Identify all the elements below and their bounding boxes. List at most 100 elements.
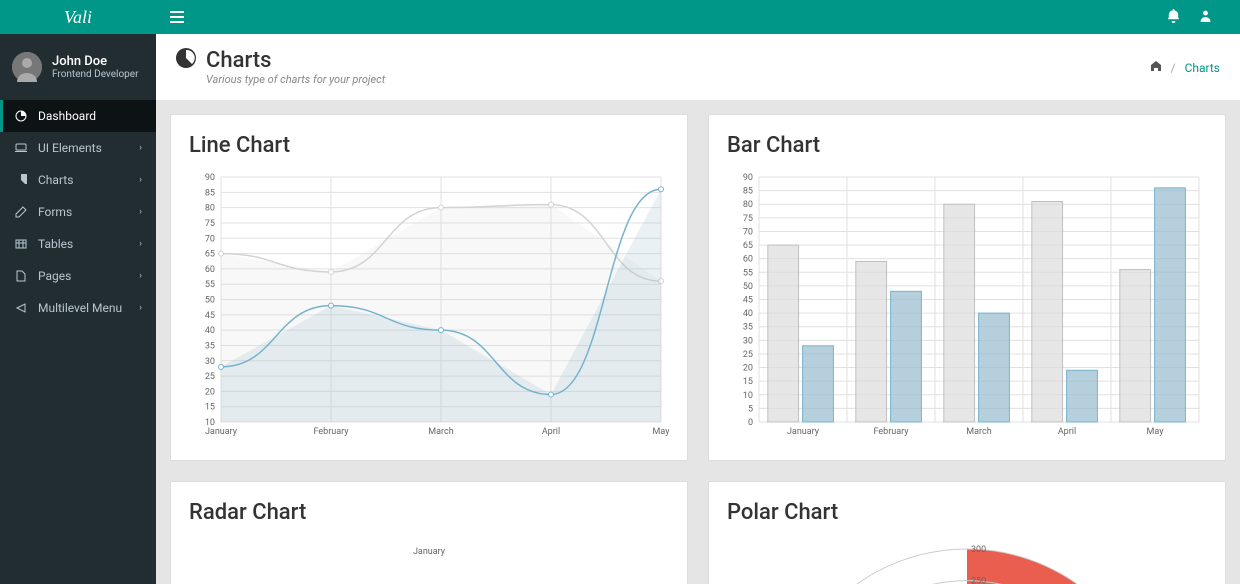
svg-text:March: March: [428, 427, 453, 437]
line-chart: 1015202530354045505560657075808590Januar…: [189, 172, 669, 442]
svg-text:50: 50: [743, 282, 753, 292]
svg-text:80: 80: [205, 204, 215, 214]
laptop-icon: [14, 142, 28, 154]
svg-text:0: 0: [748, 418, 753, 428]
svg-text:February: February: [873, 427, 909, 437]
radar-chart: January: [189, 539, 669, 584]
svg-text:60: 60: [743, 255, 753, 265]
sidebar-item-ui-elements[interactable]: UI Elements ›: [0, 132, 156, 164]
sidebar-item-label: Forms: [38, 205, 129, 219]
svg-text:55: 55: [743, 268, 753, 278]
svg-text:May: May: [1147, 427, 1165, 437]
svg-text:February: February: [313, 427, 349, 437]
page-subtitle: Various type of charts for your project: [206, 73, 385, 86]
svg-text:90: 90: [205, 173, 215, 183]
bars-icon: [170, 11, 184, 23]
svg-text:45: 45: [743, 296, 753, 306]
svg-text:80: 80: [743, 200, 753, 210]
tile-title: Radar Chart: [189, 500, 669, 525]
brand-logo[interactable]: Vali: [0, 0, 156, 34]
svg-text:25: 25: [205, 372, 215, 382]
share-icon: [14, 302, 28, 314]
svg-text:40: 40: [205, 326, 215, 336]
sidebar-item-dashboard[interactable]: Dashboard: [0, 100, 156, 132]
breadcrumb-link[interactable]: Charts: [1185, 61, 1220, 75]
svg-text:300: 300: [971, 545, 986, 555]
dashboard-icon: [14, 110, 28, 122]
chevron-right-icon: ›: [139, 271, 142, 281]
line-chart-tile: Line Chart 10152025303540455055606570758…: [170, 114, 688, 461]
edit-icon: [14, 206, 28, 218]
svg-text:January: January: [413, 547, 446, 557]
svg-text:75: 75: [743, 214, 753, 224]
svg-text:250: 250: [971, 577, 986, 584]
svg-text:90: 90: [743, 173, 753, 183]
svg-text:20: 20: [743, 364, 753, 374]
svg-text:35: 35: [743, 323, 753, 333]
main-content: Charts Various type of charts for your p…: [156, 34, 1240, 584]
sidebar-item-label: UI Elements: [38, 141, 129, 155]
chevron-right-icon: ›: [139, 143, 142, 153]
chevron-right-icon: ›: [139, 175, 142, 185]
menu-toggle[interactable]: [156, 8, 198, 27]
sidebar-item-label: Charts: [38, 173, 129, 187]
sidebar-item-label: Dashboard: [38, 109, 142, 123]
breadcrumb: / Charts: [1150, 60, 1220, 75]
svg-text:70: 70: [743, 227, 753, 237]
svg-text:15: 15: [205, 403, 215, 413]
user-role: Frontend Developer: [52, 69, 138, 80]
chevron-right-icon: ›: [139, 239, 142, 249]
svg-text:50: 50: [205, 296, 215, 306]
svg-text:35: 35: [205, 341, 215, 351]
sidebar-item-multilevel[interactable]: Multilevel Menu ›: [0, 292, 156, 324]
svg-text:January: January: [205, 427, 238, 437]
svg-text:30: 30: [743, 336, 753, 346]
bar-chart: 051015202530354045505560657075808590Janu…: [727, 172, 1207, 442]
svg-text:55: 55: [205, 280, 215, 290]
polar-chart: 300250200150: [727, 539, 1207, 584]
svg-text:March: March: [966, 427, 991, 437]
chevron-right-icon: ›: [139, 207, 142, 217]
svg-text:20: 20: [205, 387, 215, 397]
user-name: John Doe: [52, 54, 138, 69]
svg-text:25: 25: [743, 350, 753, 360]
topbar: Vali: [0, 0, 1240, 34]
svg-text:10: 10: [743, 391, 753, 401]
sidebar-item-charts[interactable]: Charts ›: [0, 164, 156, 196]
table-icon: [14, 238, 28, 250]
tile-title: Polar Chart: [727, 500, 1207, 525]
svg-text:45: 45: [205, 311, 215, 321]
sidebar: John Doe Frontend Developer Dashboard UI…: [0, 34, 156, 584]
chevron-right-icon: ›: [139, 303, 142, 313]
sidebar-item-tables[interactable]: Tables ›: [0, 228, 156, 260]
radar-chart-tile: Radar Chart January: [170, 481, 688, 584]
tile-title: Line Chart: [189, 133, 669, 158]
sidebar-item-label: Tables: [38, 237, 129, 251]
svg-text:5: 5: [748, 404, 753, 414]
svg-text:April: April: [542, 427, 560, 437]
svg-text:40: 40: [743, 309, 753, 319]
breadcrumb-separator: /: [1171, 61, 1176, 75]
svg-text:15: 15: [743, 377, 753, 387]
user-box: John Doe Frontend Developer: [0, 34, 156, 100]
polar-chart-tile: Polar Chart 300250200150: [708, 481, 1226, 584]
svg-text:75: 75: [205, 219, 215, 229]
user-icon[interactable]: [1199, 8, 1212, 26]
svg-text:60: 60: [205, 265, 215, 275]
svg-text:85: 85: [205, 188, 215, 198]
svg-text:April: April: [1058, 427, 1076, 437]
svg-text:85: 85: [743, 187, 753, 197]
topbar-right: [1166, 8, 1240, 27]
sidebar-item-pages[interactable]: Pages ›: [0, 260, 156, 292]
bell-icon[interactable]: [1166, 8, 1181, 27]
page-header: Charts Various type of charts for your p…: [156, 34, 1240, 100]
sidebar-item-forms[interactable]: Forms ›: [0, 196, 156, 228]
file-icon: [14, 270, 28, 282]
pie-chart-icon: [14, 174, 28, 186]
page-title: Charts: [206, 48, 385, 73]
pie-chart-icon: [176, 48, 196, 74]
home-icon[interactable]: [1150, 61, 1165, 75]
tile-title: Bar Chart: [727, 133, 1207, 158]
sidebar-item-label: Pages: [38, 269, 129, 283]
svg-text:65: 65: [205, 250, 215, 260]
